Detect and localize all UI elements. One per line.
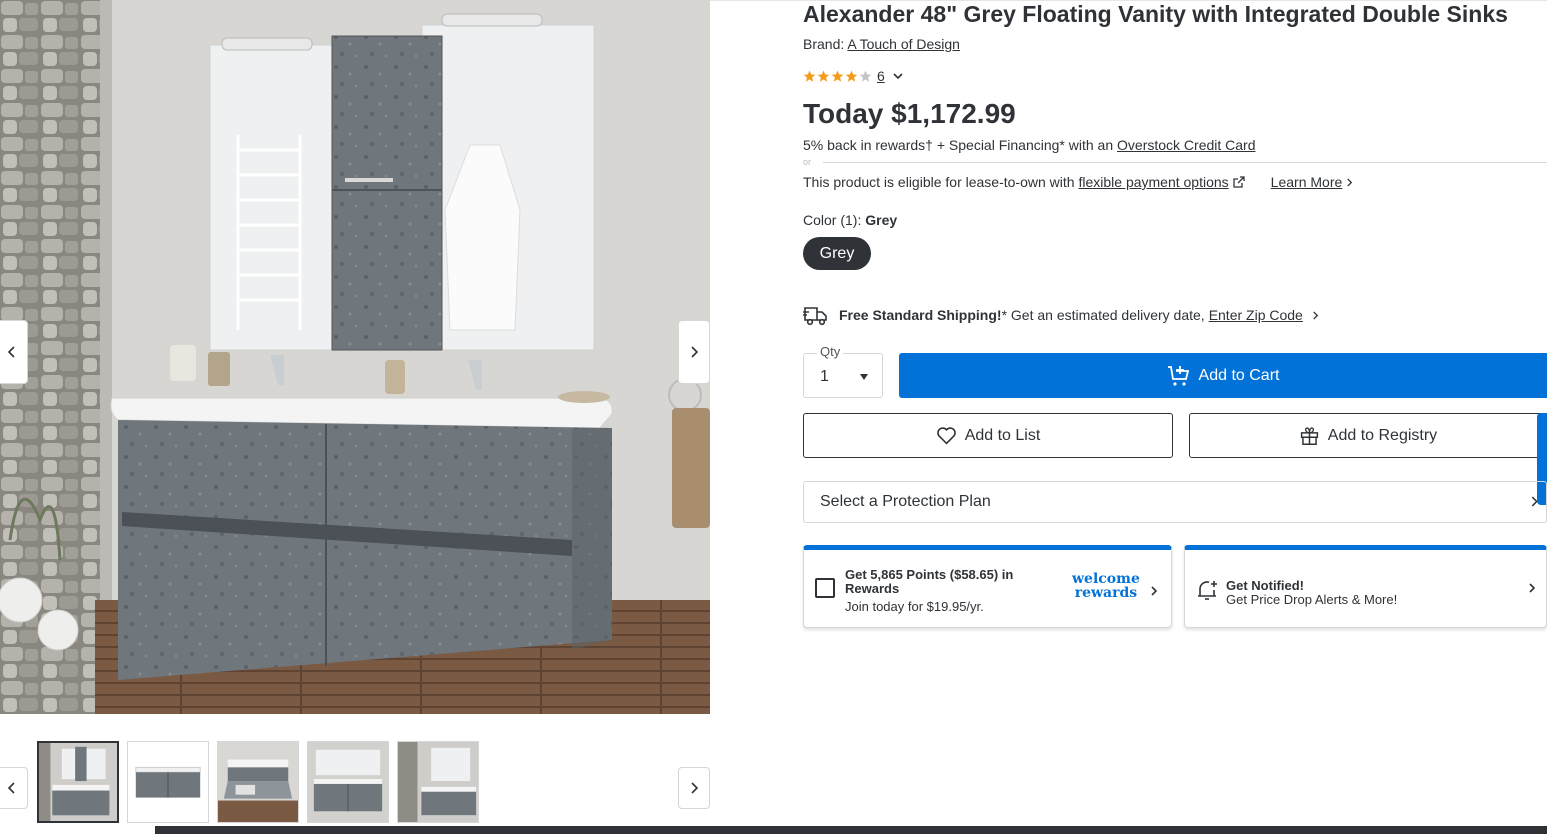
chevron-left-icon <box>7 782 15 794</box>
shipping-line: Free Standard Shipping! * Get an estimat… <box>803 303 1320 327</box>
learn-more-label: Learn More <box>1270 174 1343 190</box>
gift-icon <box>1300 427 1318 445</box>
chevron-right-icon <box>1151 586 1158 596</box>
product-title: Alexander 48" Grey Floating Vanity with … <box>803 1 1508 27</box>
chevron-right-icon <box>691 782 699 794</box>
notify-card-subtitle: Get Price Drop Alerts & More! <box>1226 592 1398 607</box>
notify-card-title: Get Notified! <box>1226 578 1304 593</box>
rewards-checkbox[interactable] <box>815 578 835 598</box>
free-shipping-label: Free Standard Shipping! <box>839 307 1002 323</box>
star-filled-icon <box>803 70 816 82</box>
thumbnail-5[interactable] <box>397 741 479 823</box>
horizontal-scrollbar[interactable] <box>155 826 1547 834</box>
quantity-label: Qty <box>817 344 844 359</box>
chevron-right-icon <box>1313 310 1319 320</box>
cart-add-icon <box>1167 365 1189 386</box>
add-to-list-button[interactable]: Add to List <box>803 413 1173 458</box>
bell-add-icon <box>1198 581 1217 600</box>
thumbnails-next-button[interactable] <box>678 767 710 809</box>
brand-prefix: Brand: <box>803 36 845 52</box>
heart-icon <box>936 427 956 445</box>
rewards-text: 5% back in rewards† + Special Financing*… <box>803 137 1114 153</box>
thumbnail-2[interactable] <box>127 741 209 823</box>
caret-down-icon <box>860 374 868 380</box>
flexible-payment-link[interactable]: flexible payment options <box>1078 174 1228 190</box>
add-to-registry-label: Add to Registry <box>1327 426 1438 444</box>
review-count[interactable]: 6 <box>877 68 885 84</box>
chevron-right-icon <box>1531 496 1538 507</box>
thumbnails-prev-button[interactable] <box>0 767 28 809</box>
shipping-truck-icon <box>803 307 827 326</box>
add-to-cart-button[interactable]: Add to Cart <box>899 353 1547 398</box>
welcome-rewards-logo-line2: rewards <box>1074 585 1138 601</box>
learn-more-link[interactable]: Learn More <box>1271 174 1355 190</box>
thumbnail-4[interactable] <box>307 741 389 823</box>
or-divider: or <box>803 157 1547 169</box>
protection-plan-select[interactable]: Select a Protection Plan <box>803 481 1547 523</box>
divider-rule <box>823 162 1547 163</box>
add-to-registry-button[interactable]: Add to Registry <box>1189 413 1547 458</box>
quantity-select[interactable]: 1 <box>803 353 883 398</box>
star-filled-icon <box>845 70 858 82</box>
thumbnail-strip <box>0 714 710 834</box>
rewards-card[interactable]: Get 5,865 Points ($58.65) in Rewards Joi… <box>803 545 1172 628</box>
external-link-icon[interactable] <box>1233 176 1245 188</box>
add-to-list-label: Add to List <box>964 426 1041 444</box>
chevron-right-icon <box>1529 583 1536 593</box>
credit-card-link[interactable]: Overstock Credit Card <box>1117 137 1255 153</box>
lease-text: This product is eligible for lease-to-ow… <box>803 174 1075 190</box>
gallery-prev-button[interactable] <box>0 320 28 384</box>
or-text: or <box>803 157 812 167</box>
gallery-next-button[interactable] <box>678 320 710 384</box>
rewards-card-subtitle: Join today for $19.95/yr. <box>845 599 984 614</box>
price-alert-card[interactable]: Get Notified! Get Price Drop Alerts & Mo… <box>1184 545 1547 628</box>
welcome-rewards-logo-line1: welcome <box>1072 571 1140 587</box>
shipping-text: * Get an estimated delivery date, <box>1001 307 1205 323</box>
thumbnail-3[interactable] <box>217 741 299 823</box>
welcome-rewards-logo: welcome rewards <box>1072 572 1140 600</box>
chevron-down-icon[interactable] <box>892 70 904 82</box>
add-to-cart-label: Add to Cart <box>1198 366 1280 384</box>
color-option-label: Color (1): Grey <box>803 212 897 228</box>
star-empty-icon <box>859 70 872 82</box>
rating-summary[interactable]: 6 <box>803 68 904 84</box>
product-price: Today $1,172.99 <box>803 98 1016 129</box>
protection-plan-label: Select a Protection Plan <box>820 493 991 510</box>
lease-to-own-line: This product is eligible for lease-to-ow… <box>803 174 1354 190</box>
brand-line: Brand: A Touch of Design <box>803 36 960 52</box>
rewards-financing-line: 5% back in rewards† + Special Financing*… <box>803 137 1256 153</box>
chevron-left-icon <box>7 346 15 358</box>
brand-link[interactable]: A Touch of Design <box>847 36 960 52</box>
color-swatch-grey[interactable]: Grey <box>803 237 871 270</box>
thumbnail-1[interactable] <box>37 741 119 823</box>
chevron-right-icon <box>691 346 699 358</box>
main-product-image[interactable] <box>0 0 710 714</box>
star-filled-icon <box>817 70 830 82</box>
quantity-value: 1 <box>820 368 829 385</box>
star-filled-icon <box>831 70 844 82</box>
color-label-text: Color (1): <box>803 212 862 228</box>
rewards-card-title: Get 5,865 Points ($58.65) in Rewards <box>845 567 1014 596</box>
enter-zip-code-link[interactable]: Enter Zip Code <box>1209 307 1303 323</box>
chevron-right-icon <box>1347 177 1353 187</box>
color-selected-value: Grey <box>865 212 898 228</box>
